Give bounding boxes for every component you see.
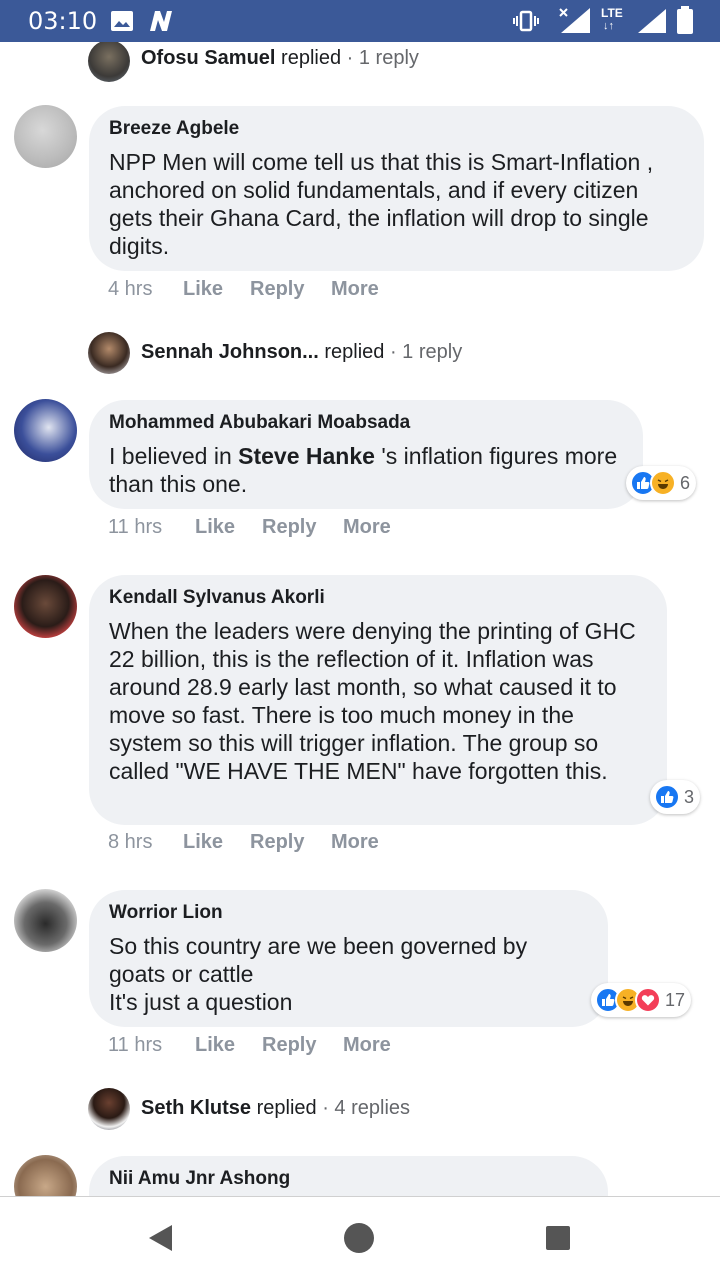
reaction-summary[interactable]: 6: [626, 466, 697, 500]
vibrate-icon: [513, 10, 539, 32]
like-icon: [654, 784, 680, 810]
comment-time: 4 hrs: [108, 278, 153, 300]
comment-bubble[interactable]: Breeze Agbele NPP Men will come tell us …: [89, 106, 704, 271]
mentioned-user[interactable]: Steve Hanke: [238, 443, 375, 469]
back-icon[interactable]: [146, 1223, 174, 1253]
avatar[interactable]: [14, 575, 77, 638]
battery-icon: [677, 6, 693, 34]
gallery-icon: [111, 11, 133, 31]
like-button[interactable]: Like: [195, 516, 235, 539]
avatar[interactable]: [14, 1155, 77, 1196]
haha-icon: [650, 470, 676, 496]
avatar[interactable]: [14, 105, 77, 168]
comment-text: When the leaders were denying the printi…: [109, 618, 636, 784]
comment-author[interactable]: Mohammed Abubakari Moabsada: [109, 410, 623, 436]
status-bar: 03:10 LTE ↓↑: [0, 0, 720, 42]
signal-x-icon: [559, 8, 590, 33]
signal-icon: [638, 9, 666, 33]
comment-time: 8 hrs: [108, 831, 153, 853]
avatar[interactable]: [88, 332, 130, 374]
reaction-count: 6: [680, 472, 691, 493]
more-button[interactable]: More: [331, 831, 379, 854]
view-replies-link[interactable]: Ofosu Samuel replied · 1 reply: [141, 47, 419, 70]
like-button[interactable]: Like: [183, 831, 223, 854]
android-nav-bar: [0, 1196, 720, 1280]
comment-feed[interactable]: Ofosu Samuel replied · 1 reply Breeze Ag…: [0, 42, 720, 1196]
view-replies-link[interactable]: Seth Klutse replied · 4 replies: [141, 1097, 410, 1120]
comment-author[interactable]: Breeze Agbele: [109, 116, 684, 142]
comment-bubble[interactable]: Mohammed Abubakari Moabsada I believed i…: [89, 400, 643, 509]
comment-bubble[interactable]: Nii Amu Jnr Ashong: [89, 1156, 608, 1196]
avatar[interactable]: [14, 889, 77, 952]
more-button[interactable]: More: [343, 516, 391, 539]
more-button[interactable]: More: [343, 1034, 391, 1057]
avatar[interactable]: [14, 399, 77, 462]
comment-bubble[interactable]: Kendall Sylvanus Akorli When the leaders…: [89, 575, 667, 825]
like-button[interactable]: Like: [183, 278, 223, 301]
recents-icon[interactable]: [545, 1225, 571, 1251]
comment-time: 11 hrs: [108, 1034, 163, 1056]
reply-button[interactable]: Reply: [262, 516, 316, 539]
comment-author[interactable]: Nii Amu Jnr Ashong: [109, 1166, 588, 1192]
love-icon: [635, 987, 661, 1013]
avatar[interactable]: [88, 42, 130, 82]
reply-button[interactable]: Reply: [250, 831, 304, 854]
avatar[interactable]: [88, 1088, 130, 1130]
comment-bubble[interactable]: Worrior Lion So this country are we been…: [89, 890, 608, 1027]
comment-time: 11 hrs: [108, 516, 163, 538]
reaction-count: 17: [665, 989, 686, 1010]
comment-text: So this country are we been governed by …: [109, 933, 528, 1015]
reply-button[interactable]: Reply: [250, 278, 304, 301]
home-icon[interactable]: [343, 1222, 375, 1254]
reaction-count: 3: [684, 786, 695, 807]
network-label: LTE: [601, 6, 623, 20]
clock: 03:10: [28, 7, 98, 35]
app-n-icon: [150, 11, 172, 31]
comment-author[interactable]: Kendall Sylvanus Akorli: [109, 585, 647, 611]
more-button[interactable]: More: [331, 278, 379, 301]
like-button[interactable]: Like: [195, 1034, 235, 1057]
comment-author[interactable]: Worrior Lion: [109, 900, 588, 926]
reply-button[interactable]: Reply: [262, 1034, 316, 1057]
reaction-summary[interactable]: 17: [591, 983, 692, 1017]
data-arrows-icon: ↓↑: [603, 20, 614, 32]
comment-text: NPP Men will come tell us that this is S…: [109, 149, 654, 259]
comment-text: I believed in Steve Hanke 's inflation f…: [109, 443, 618, 497]
reaction-summary[interactable]: 3: [650, 780, 701, 814]
view-replies-link[interactable]: Sennah Johnson... replied · 1 reply: [141, 341, 462, 364]
